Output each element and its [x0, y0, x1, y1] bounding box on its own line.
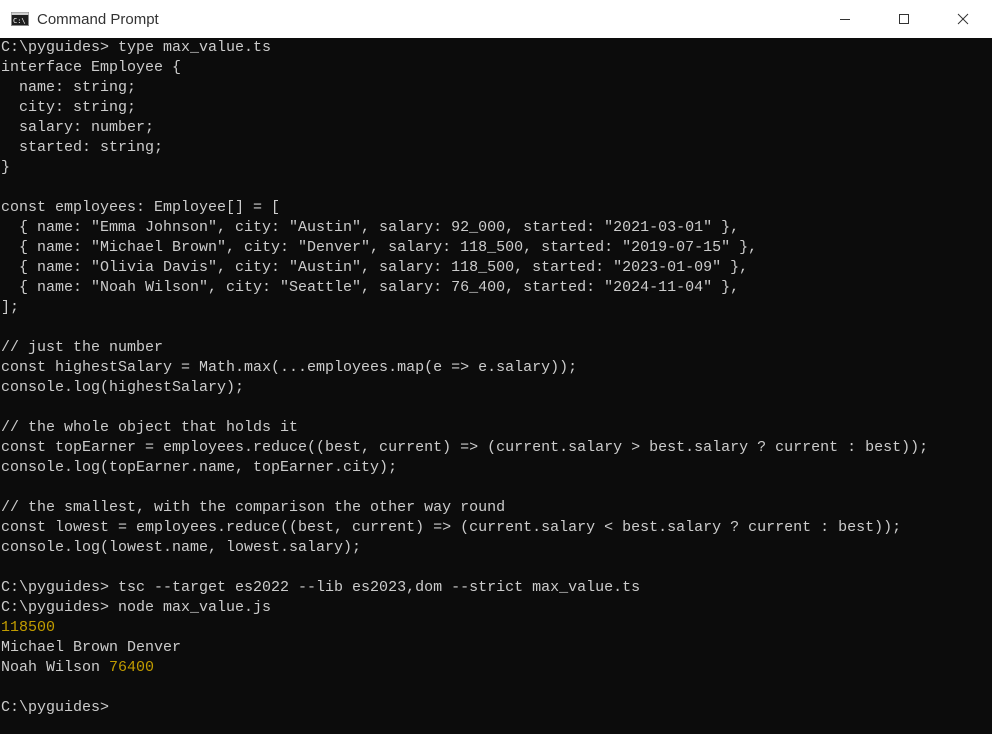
- command-prompt-window: C:\ Command Prompt C:\pyguides> type max…: [0, 0, 992, 734]
- console-line: started: string;: [1, 139, 164, 156]
- console-prompt[interactable]: C:\pyguides>: [1, 698, 992, 718]
- console-line: const highestSalary = Math.max(...employ…: [1, 359, 578, 376]
- cmd-icon: C:\: [11, 12, 29, 26]
- window-controls: [815, 0, 992, 38]
- console-line: { name: "Emma Johnson", city: "Austin", …: [1, 219, 740, 236]
- maximize-icon: [898, 14, 909, 24]
- console-line: { name: "Olivia Davis", city: "Austin", …: [1, 259, 749, 276]
- console-line: C:\pyguides> node max_value.js: [1, 599, 272, 616]
- svg-text:C:\: C:\: [13, 17, 26, 25]
- console-line: const lowest = employees.reduce((best, c…: [1, 519, 902, 536]
- close-button[interactable]: [933, 0, 992, 38]
- console-line: salary: number;: [1, 119, 155, 136]
- output-top-earner: Michael Brown Denver: [1, 639, 182, 656]
- maximize-button[interactable]: [874, 0, 933, 38]
- output-lowest: Noah Wilson 76400: [1, 658, 992, 678]
- title-bar[interactable]: C:\ Command Prompt: [0, 0, 992, 38]
- console-line: const employees: Employee[] = [: [1, 199, 281, 216]
- console-line: // the whole object that holds it: [1, 419, 299, 436]
- minimize-button[interactable]: [815, 0, 874, 38]
- console-line: console.log(highestSalary);: [1, 379, 245, 396]
- console-line: interface Employee {: [1, 59, 182, 76]
- output-lowest-salary: 76400: [109, 659, 155, 676]
- console-line: { name: "Noah Wilson", city: "Seattle", …: [1, 279, 740, 296]
- console-line: console.log(lowest.name, lowest.salary);: [1, 539, 362, 556]
- close-icon: [957, 13, 968, 25]
- window-title: Command Prompt: [37, 10, 159, 28]
- console-line: C:\pyguides> tsc --target es2022 --lib e…: [1, 579, 641, 596]
- console-line: // the smallest, with the comparison the…: [1, 499, 506, 516]
- console-line: }: [1, 159, 11, 176]
- console-line: { name: "Michael Brown", city: "Denver",…: [1, 239, 758, 256]
- console-line: city: string;: [1, 99, 137, 116]
- output-highest-salary: 118500: [1, 619, 56, 636]
- console-line: console.log(topEarner.name, topEarner.ci…: [1, 459, 398, 476]
- console-line: const topEarner = employees.reduce((best…: [1, 439, 929, 456]
- console-output[interactable]: C:\pyguides> type max_value.ts interface…: [0, 38, 992, 734]
- console-line: name: string;: [1, 79, 137, 96]
- minimize-icon: [839, 19, 850, 20]
- console-line: ];: [1, 299, 20, 316]
- output-lowest-name: Noah Wilson: [1, 659, 110, 676]
- console-line: C:\pyguides> type max_value.ts: [1, 39, 272, 56]
- console-line: // just the number: [1, 339, 164, 356]
